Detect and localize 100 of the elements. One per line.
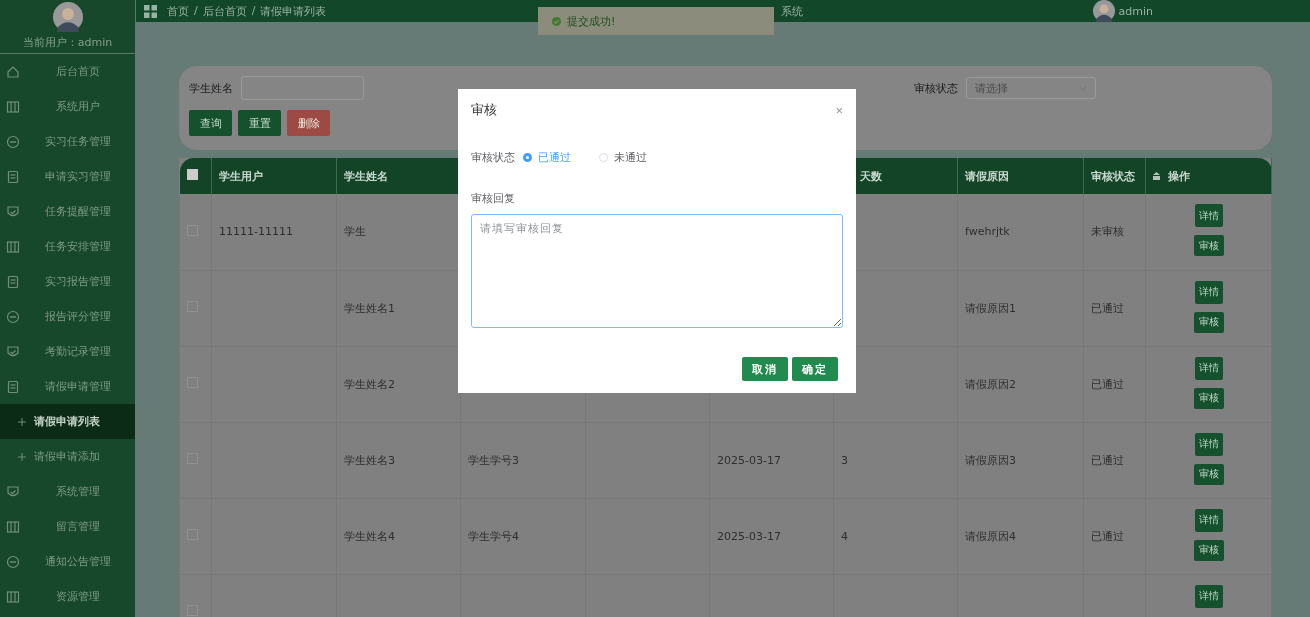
- columns-icon: [6, 239, 20, 254]
- columns-icon: [6, 519, 20, 534]
- document-icon: [6, 379, 20, 394]
- select-all-checkbox[interactable]: [186, 169, 198, 180]
- column-header: 操作: [1168, 169, 1190, 183]
- document-icon: [6, 169, 20, 184]
- close-button[interactable]: ×: [835, 102, 843, 118]
- detail-button[interactable]: 详情: [1194, 356, 1223, 380]
- table-cell: 请假原因3: [965, 453, 1016, 467]
- chat-icon: [6, 134, 20, 149]
- field-label: 学生姓名: [189, 80, 233, 96]
- table-cell: 学生姓名3: [344, 453, 395, 467]
- filter-button[interactable]: 重置: [238, 110, 281, 136]
- breadcrumb-item[interactable]: 首页: [167, 3, 189, 19]
- table-cell: 学生: [344, 225, 366, 239]
- sidebar-item[interactable]: 系统管理: [0, 474, 135, 509]
- breadcrumb-separator: /: [251, 3, 256, 19]
- sidebar-subitem[interactable]: 请假申请添加: [0, 439, 135, 474]
- breadcrumb-separator: /: [194, 3, 198, 19]
- review-button[interactable]: 审核: [1193, 539, 1224, 561]
- table-cell: fwehrjtk: [965, 225, 1010, 239]
- status-radio[interactable]: 未通过: [599, 150, 647, 165]
- toast-message: 提交成功!: [567, 13, 616, 29]
- sidebar-item[interactable]: 请假申请管理: [0, 369, 135, 404]
- detail-button[interactable]: 详情: [1194, 432, 1223, 456]
- field-label: 审核状态: [471, 150, 515, 165]
- check-circle-icon: [552, 16, 561, 26]
- column-header: 请假原因: [965, 169, 1009, 183]
- table-cell: 学生学号3: [468, 453, 519, 467]
- column-header: 审核状态: [1091, 169, 1135, 183]
- chat-icon: [6, 309, 20, 324]
- sidebar-item[interactable]: 任务提醒管理: [0, 194, 135, 229]
- table-cell: 学生姓名4: [344, 529, 395, 543]
- table-cell: 3: [841, 453, 848, 467]
- system-title: 系统: [780, 3, 803, 19]
- review-button[interactable]: 审核: [1193, 387, 1224, 409]
- filter-button[interactable]: 查询: [189, 110, 232, 136]
- columns-icon: [6, 99, 20, 114]
- detail-button[interactable]: 详情: [1194, 204, 1223, 227]
- table-cell: 4: [841, 529, 848, 543]
- dialog-title: 审核: [471, 101, 497, 119]
- sidebar-item[interactable]: 实习报告管理: [0, 264, 135, 299]
- avatar-icon: [1092, 0, 1115, 22]
- table-cell: 已通过: [1091, 377, 1124, 391]
- delete-button[interactable]: 删除: [287, 110, 330, 136]
- shield-icon: [6, 484, 20, 499]
- sidebar-item[interactable]: 后台首页: [0, 54, 135, 89]
- status-radio[interactable]: 已通过: [523, 150, 571, 165]
- column-header: 学生用户: [219, 169, 263, 183]
- sidebar-item[interactable]: 通知公告管理: [0, 544, 135, 579]
- review-button[interactable]: 审核: [1193, 311, 1224, 333]
- document-icon: [6, 274, 20, 289]
- detail-button[interactable]: 详情: [1194, 280, 1223, 304]
- column-header: 学生姓名: [344, 169, 388, 183]
- sidebar-item[interactable]: 系统用户: [0, 89, 135, 124]
- current-user: 当前用户：admin: [22, 35, 113, 50]
- table-cell: 请假原因1: [965, 301, 1016, 315]
- column-header: 天数: [860, 169, 882, 183]
- avatar-icon: [52, 2, 83, 32]
- shield-icon: [6, 204, 20, 219]
- confirm-button[interactable]: 确定: [792, 357, 838, 381]
- reply-field[interactable]: 请填写审核回复: [471, 214, 843, 328]
- table-cell: 学生学号4: [468, 529, 519, 543]
- table-cell: 已通过: [1091, 453, 1124, 467]
- table-cell: 2025-03-17: [717, 529, 781, 543]
- table-cell: 学生姓名1: [344, 301, 395, 315]
- user-name[interactable]: admin: [1118, 4, 1153, 18]
- plus-icon: [18, 452, 26, 461]
- plus-icon: [18, 417, 26, 426]
- sidebar-item[interactable]: 留言管理: [0, 509, 135, 544]
- cancel-button[interactable]: 取消: [742, 357, 788, 381]
- home-icon: [6, 64, 20, 79]
- detail-button[interactable]: 详情: [1194, 508, 1223, 532]
- sort-icon: [1153, 171, 1160, 180]
- sidebar-item[interactable]: 任务安排管理: [0, 229, 135, 264]
- sidebar-item[interactable]: 报告评分管理: [0, 299, 135, 334]
- sidebar-item[interactable]: 考勤记录管理: [0, 334, 135, 369]
- table-cell: 11111-11111: [219, 225, 293, 239]
- sidebar-item[interactable]: 申请实习管理: [0, 159, 135, 194]
- table-cell: 请假原因4: [965, 529, 1016, 543]
- chat-icon: [6, 554, 20, 569]
- table-cell: 已通过: [1091, 301, 1124, 315]
- table-cell: 已通过: [1091, 529, 1124, 543]
- field-label: 审核回复: [471, 191, 516, 206]
- table-cell: 未审核: [1091, 225, 1124, 239]
- grid-icon[interactable]: [144, 4, 157, 18]
- field-label: 审核状态: [914, 80, 958, 96]
- table-cell: 请假原因2: [965, 377, 1016, 391]
- review-button[interactable]: 审核: [1193, 463, 1224, 485]
- table-cell: 2025-03-17: [717, 453, 781, 467]
- sidebar-subitem[interactable]: 请假申请列表: [0, 404, 135, 439]
- table-cell: 学生姓名2: [344, 377, 395, 391]
- breadcrumb-item[interactable]: 后台首页: [202, 3, 247, 19]
- sidebar-item[interactable]: 资源管理: [0, 579, 135, 614]
- detail-button[interactable]: 详情: [1194, 584, 1223, 608]
- sidebar-item[interactable]: 实习任务管理: [0, 124, 135, 159]
- breadcrumb-item[interactable]: 请假申请列表: [260, 3, 327, 19]
- shield-icon: [6, 344, 20, 359]
- review-button[interactable]: 审核: [1193, 235, 1224, 256]
- columns-icon: [6, 589, 20, 604]
